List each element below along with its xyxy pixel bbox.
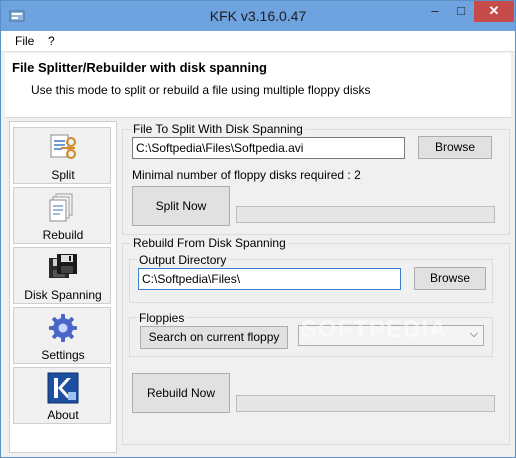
rebuild-now-button[interactable]: Rebuild Now (132, 373, 230, 413)
rebuild-browse-button[interactable]: Browse (414, 267, 486, 290)
watermark: SOFTPEDIA (301, 316, 448, 343)
mode-title: File Splitter/Rebuilder with disk spanni… (12, 60, 267, 75)
split-progress-bar (236, 206, 495, 223)
rebuild-progress-bar (236, 395, 495, 412)
title-bar[interactable]: KFK v3.16.0.47 – □ ✕ (1, 1, 515, 31)
split-file-path-input[interactable]: C:\Softpedia\Files\Softpedia.avi (132, 137, 405, 159)
floppies-label: Floppies (137, 311, 187, 325)
split-group-label: File To Split With Disk Spanning (131, 122, 305, 136)
mode-header: File Splitter/Rebuilder with disk spanni… (5, 53, 511, 118)
rebuild-group-label: Rebuild From Disk Spanning (131, 236, 288, 250)
search-current-floppy-button[interactable]: Search on current floppy (140, 326, 288, 349)
sidebar-item-rebuild[interactable]: Rebuild (13, 187, 111, 244)
menu-bar: File ? (1, 31, 515, 52)
mode-description: Use this mode to split or rebuild a file… (31, 83, 371, 97)
mode-sidebar: Split Rebuild Disk Spanning Settings Abo… (9, 121, 117, 453)
sidebar-item-label: Settings (41, 348, 85, 362)
split-now-button[interactable]: Split Now (132, 186, 230, 226)
chevron-down-icon: ⌵ (469, 328, 478, 340)
sidebar-item-settings[interactable]: Settings (13, 307, 111, 364)
sidebar-item-disk-spanning[interactable]: Disk Spanning (13, 247, 111, 304)
rebuild-icon (49, 193, 73, 222)
minimize-button[interactable]: – (422, 1, 448, 22)
sidebar-item-split[interactable]: Split (13, 127, 111, 184)
menu-help[interactable]: ? (48, 34, 55, 48)
output-directory-label: Output Directory (137, 253, 229, 267)
min-floppy-count-text: Minimal number of floppy disks required … (132, 168, 361, 182)
split-icon (50, 134, 76, 159)
close-button[interactable]: ✕ (474, 1, 514, 22)
kfk-logo-icon (47, 372, 79, 404)
sidebar-item-label: About (47, 408, 79, 422)
gear-icon (49, 314, 77, 342)
sidebar-item-about[interactable]: About (13, 367, 111, 424)
sidebar-item-label: Disk Spanning (24, 288, 102, 302)
output-directory-input[interactable]: C:\Softpedia\Files\ (138, 268, 401, 290)
menu-file[interactable]: File (15, 34, 34, 48)
split-browse-button[interactable]: Browse (418, 136, 492, 159)
floppy-disk-icon (49, 254, 77, 278)
maximize-button[interactable]: □ (448, 1, 474, 22)
app-window: KFK v3.16.0.47 – □ ✕ File ? File Splitte… (0, 0, 516, 458)
sidebar-item-label: Split (51, 168, 75, 182)
sidebar-item-label: Rebuild (42, 228, 84, 242)
